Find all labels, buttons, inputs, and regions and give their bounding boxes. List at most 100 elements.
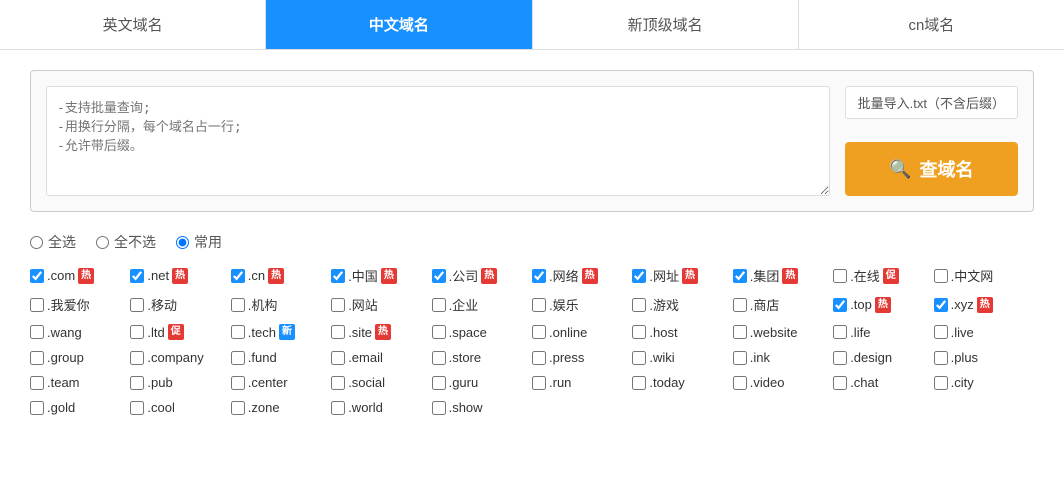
checkbox-wang[interactable] [30, 325, 44, 339]
label-city: .city [951, 375, 974, 390]
checkbox-gold[interactable] [30, 401, 44, 415]
domain-item-guru: .guru [432, 375, 532, 390]
radio-none[interactable]: 全不选 [96, 232, 156, 252]
checkbox-host[interactable] [632, 325, 646, 339]
checkbox-store[interactable] [432, 351, 446, 365]
checkbox-cnweb[interactable] [934, 269, 948, 283]
checkbox-team[interactable] [30, 376, 44, 390]
badge-network: 热 [582, 268, 598, 284]
checkbox-social[interactable] [331, 376, 345, 390]
checkbox-mobile[interactable] [130, 298, 144, 312]
checkbox-today[interactable] [632, 376, 646, 390]
checkbox-company2[interactable] [130, 351, 144, 365]
radio-common[interactable]: 常用 [176, 232, 222, 252]
checkbox-website[interactable] [331, 298, 345, 312]
checkbox-org2[interactable] [231, 298, 245, 312]
domain-input[interactable] [46, 86, 830, 196]
label-gold: .gold [47, 400, 75, 415]
tab-bar: 英文域名 中文域名 新顶级域名 cn域名 [0, 0, 1064, 50]
domain-item-email: .email [331, 350, 431, 365]
checkbox-china[interactable] [331, 269, 345, 283]
checkbox-company[interactable] [432, 269, 446, 283]
search-button[interactable]: 🔍 查域名 [845, 142, 1018, 196]
checkbox-email[interactable] [331, 351, 345, 365]
search-right-panel: 批量导入.txt（不含后缀） 🔍 查域名 [845, 86, 1018, 196]
domain-item-xyz: .xyz热 [934, 295, 1034, 314]
domain-item-city: .city [934, 375, 1034, 390]
label-network: .网络 [549, 266, 579, 285]
checkbox-live[interactable] [934, 325, 948, 339]
domain-item-wiki: .wiki [632, 350, 732, 365]
checkbox-city[interactable] [934, 376, 948, 390]
checkbox-game[interactable] [632, 298, 646, 312]
label-video: .video [750, 375, 785, 390]
checkbox-network[interactable] [532, 269, 546, 283]
checkbox-video[interactable] [733, 376, 747, 390]
radio-all[interactable]: 全选 [30, 232, 76, 252]
checkbox-cool[interactable] [130, 401, 144, 415]
checkbox-design[interactable] [833, 351, 847, 365]
label-game: .游戏 [649, 295, 679, 314]
checkbox-life[interactable] [833, 325, 847, 339]
checkbox-online[interactable] [833, 269, 847, 283]
checkbox-group2[interactable] [30, 351, 44, 365]
checkbox-space[interactable] [432, 325, 446, 339]
domain-item-site: .site热 [331, 324, 431, 340]
checkbox-group[interactable] [733, 269, 747, 283]
checkbox-online2[interactable] [532, 325, 546, 339]
domain-item-space: .space [432, 324, 532, 340]
checkbox-fund[interactable] [231, 351, 245, 365]
label-company2: .company [147, 350, 203, 365]
checkbox-ltd[interactable] [130, 325, 144, 339]
checkbox-chat[interactable] [833, 376, 847, 390]
label-live: .live [951, 325, 974, 340]
label-show: .show [449, 400, 483, 415]
domain-item-social: .social [331, 375, 431, 390]
checkbox-world[interactable] [331, 401, 345, 415]
checkbox-top[interactable] [833, 298, 847, 312]
tab-cn[interactable]: cn域名 [799, 0, 1064, 49]
checkbox-shop[interactable] [733, 298, 747, 312]
badge-site: 热 [375, 324, 391, 340]
checkbox-site[interactable] [331, 325, 345, 339]
checkbox-run[interactable] [532, 376, 546, 390]
domain-item-host: .host [632, 324, 732, 340]
checkbox-pub[interactable] [130, 376, 144, 390]
label-org2: .机构 [248, 295, 278, 314]
checkbox-address[interactable] [632, 269, 646, 283]
domain-item-company: .公司热 [432, 266, 532, 285]
tab-newtld[interactable]: 新顶级域名 [533, 0, 799, 49]
tab-english[interactable]: 英文域名 [0, 0, 266, 49]
checkbox-plus[interactable] [934, 351, 948, 365]
checkbox-com[interactable] [30, 269, 44, 283]
label-cool: .cool [147, 400, 174, 415]
checkbox-wiki[interactable] [632, 351, 646, 365]
label-china: .中国 [348, 266, 378, 285]
label-life: .life [850, 325, 870, 340]
checkbox-net[interactable] [130, 269, 144, 283]
checkbox-entertainment[interactable] [532, 298, 546, 312]
checkbox-iloveyou[interactable] [30, 298, 44, 312]
search-icon: 🔍 [889, 159, 911, 180]
checkbox-show[interactable] [432, 401, 446, 415]
checkbox-enterprise[interactable] [432, 298, 446, 312]
domain-item-cool: .cool [130, 400, 230, 415]
checkbox-zone[interactable] [231, 401, 245, 415]
domain-item-video: .video [733, 375, 833, 390]
domain-item-pub: .pub [130, 375, 230, 390]
label-top: .top [850, 297, 872, 312]
domain-item-online: .在线促 [833, 266, 933, 285]
label-wang: .wang [47, 325, 82, 340]
checkbox-guru[interactable] [432, 376, 446, 390]
checkbox-center[interactable] [231, 376, 245, 390]
checkbox-ink[interactable] [733, 351, 747, 365]
checkbox-website2[interactable] [733, 325, 747, 339]
tab-chinese[interactable]: 中文域名 [266, 0, 532, 49]
checkbox-xyz[interactable] [934, 298, 948, 312]
checkbox-press[interactable] [532, 351, 546, 365]
import-button[interactable]: 批量导入.txt（不含后缀） [845, 86, 1018, 119]
label-address: .网址 [649, 266, 679, 285]
checkbox-tech[interactable] [231, 325, 245, 339]
checkbox-cn[interactable] [231, 269, 245, 283]
label-press: .press [549, 350, 584, 365]
